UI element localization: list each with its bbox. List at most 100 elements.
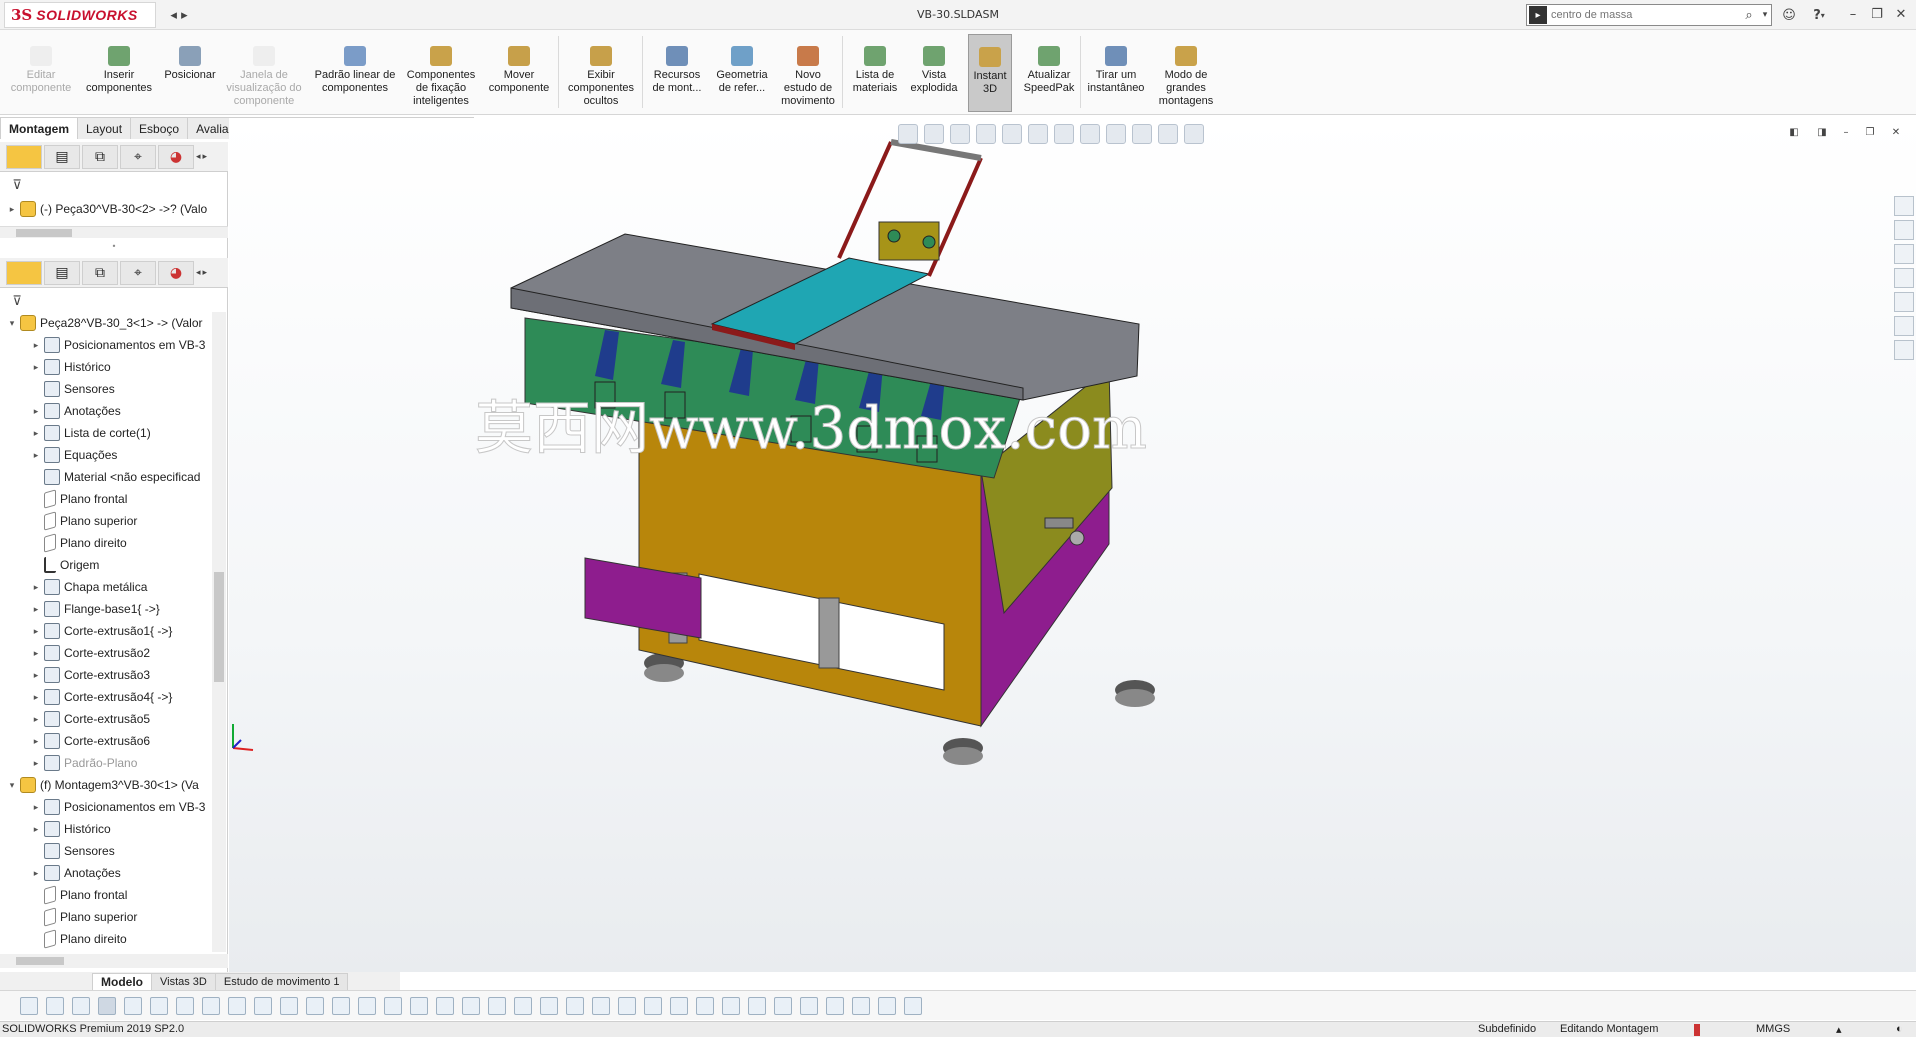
top-tree-row[interactable]: ▸ (-) Peça30^VB-30<2> ->? (Valo: [6, 198, 220, 220]
render-icon[interactable]: [748, 996, 766, 1015]
hide-show-items-icon[interactable]: [1080, 124, 1100, 144]
tree-item[interactable]: ▸ Corte-extrusão4{ ->}: [30, 686, 212, 708]
mate-icon[interactable]: [904, 996, 922, 1015]
ribbon-button-edit-component[interactable]: Editar componente: [4, 34, 78, 112]
solidworks-forum-icon[interactable]: [1894, 340, 1914, 360]
select-arrow-icon[interactable]: [98, 996, 116, 1015]
explode-icon[interactable]: [878, 996, 896, 1015]
top-tree-hscrollbar[interactable]: [0, 226, 228, 238]
viewport-tile-left-icon[interactable]: ◧: [1786, 124, 1802, 140]
expand-arrow-icon[interactable]: ▸: [30, 670, 42, 681]
tab-1[interactable]: Layout: [77, 117, 132, 139]
tree-item[interactable]: ▸ Lista de corte(1): [30, 422, 212, 444]
filter-icon[interactable]: ⊽: [6, 292, 28, 310]
display-manager-tab-icon[interactable]: ◕: [158, 144, 194, 169]
user-icon[interactable]: ☺: [1780, 6, 1798, 24]
tab-2[interactable]: Esboço: [130, 117, 189, 139]
configuration-manager-tab-icon[interactable]: ⧉: [82, 144, 118, 169]
section-icon[interactable]: [696, 996, 714, 1015]
ribbon-button-speedpak[interactable]: Atualizar SpeedPak: [1018, 34, 1080, 112]
ribbon-button-instant3d[interactable]: Instant 3D: [968, 34, 1012, 112]
previous-view-icon[interactable]: [950, 124, 970, 144]
rib-icon[interactable]: [410, 996, 428, 1015]
ribbon-button-linear-pattern[interactable]: Padrão linear de componentes: [310, 34, 400, 112]
expand-arrow-icon[interactable]: ▸: [30, 582, 42, 593]
ribbon-button-motion-study[interactable]: Novo estudo de movimento: [776, 34, 840, 112]
mass-properties-icon[interactable]: [670, 996, 688, 1015]
help-icon[interactable]: ? ▾: [1806, 5, 1832, 25]
point-icon[interactable]: [150, 996, 168, 1015]
graphics-area[interactable]: 莫西网www.3dmox.com: [229, 118, 1916, 972]
ribbon-button-smart-fasteners[interactable]: Componentes de fixação inteligentes: [404, 34, 478, 112]
ribbon-button-mate[interactable]: Posicionar: [160, 34, 220, 112]
select-box-icon[interactable]: [124, 996, 142, 1015]
revolve-icon[interactable]: [254, 996, 272, 1015]
tree-item[interactable]: ▸ Corte-extrusão1{ ->}: [30, 620, 212, 642]
expand-arrow-icon[interactable]: ▸: [30, 340, 42, 351]
expand-arrow-icon[interactable]: ▸: [30, 736, 42, 747]
tree-item[interactable]: Material <não especificad: [30, 466, 212, 488]
dynamic-annotation-icon[interactable]: [1002, 124, 1022, 144]
file-explorer-icon[interactable]: [1894, 244, 1914, 264]
chamfer-icon[interactable]: [358, 996, 376, 1015]
close-icon[interactable]: ✕: [1892, 5, 1910, 23]
ribbon-button-large-assembly[interactable]: Modo de grandes montagens: [1150, 34, 1222, 112]
hscrollbar-thumb[interactable]: [16, 229, 72, 237]
spline-icon[interactable]: [618, 996, 636, 1015]
zoom-to-area-icon[interactable]: [924, 124, 944, 144]
bottom-tab-1[interactable]: Vistas 3D: [151, 973, 216, 990]
pattern-icon[interactable]: [514, 996, 532, 1015]
tree-item[interactable]: ▸ Padrão-Plano: [30, 752, 212, 774]
edit-appearance-icon[interactable]: [1106, 124, 1126, 144]
loft-icon[interactable]: [306, 996, 324, 1015]
viewport-restore-icon[interactable]: ❐: [1862, 124, 1878, 140]
tree-item[interactable]: Plano frontal: [30, 884, 212, 906]
filter-faces-icon[interactable]: [72, 996, 90, 1015]
hole-icon[interactable]: [462, 996, 480, 1015]
expand-arrow-icon[interactable]: ▸: [30, 362, 42, 373]
snapshot-icon[interactable]: [852, 996, 870, 1015]
extrude-icon[interactable]: [228, 996, 246, 1015]
tree-item[interactable]: Plano superior: [30, 510, 212, 532]
design-library-icon[interactable]: [1894, 220, 1914, 240]
tree-hscrollbar[interactable]: [0, 954, 228, 968]
rebuild-indicator-icon[interactable]: [1694, 1024, 1700, 1036]
unit-dropdown-icon[interactable]: ▴: [1836, 1023, 1842, 1036]
vscrollbar-thumb[interactable]: [214, 572, 224, 682]
ribbon-button-snapshot[interactable]: Tirar um instantâneo: [1084, 34, 1148, 112]
tree-item[interactable]: ▸ Corte-extrusão6: [30, 730, 212, 752]
expand-arrow-icon[interactable]: ▸: [30, 406, 42, 417]
ribbon-button-move-component[interactable]: Mover componente: [484, 34, 554, 112]
display-manager-tab-icon[interactable]: ◕: [158, 260, 194, 285]
ribbon-button-reference-geometry[interactable]: Geometria de refer...: [712, 34, 772, 112]
appearances-icon[interactable]: [1894, 292, 1914, 312]
status-help-icon[interactable]: ◐: [1896, 1023, 1903, 1035]
reference-axis-icon[interactable]: [800, 996, 818, 1015]
tab-scroll-arrows[interactable]: [0, 973, 92, 990]
text-icon[interactable]: [592, 996, 610, 1015]
expand-arrow-icon[interactable]: ▸: [30, 802, 42, 813]
view-orientation-icon[interactable]: [1028, 124, 1048, 144]
custom-properties-icon[interactable]: [1894, 316, 1914, 336]
dimxpert-tab-icon[interactable]: ⌖: [120, 144, 156, 169]
dimension-icon[interactable]: [540, 996, 558, 1015]
tree-item[interactable]: ▸ Corte-extrusão2: [30, 642, 212, 664]
expand-arrow-icon[interactable]: ▸: [30, 648, 42, 659]
tree-item[interactable]: Plano direito: [30, 532, 212, 554]
tree-vscrollbar[interactable]: [212, 312, 226, 952]
tree-item[interactable]: ▸ Posicionamentos em VB-3: [30, 796, 212, 818]
section-view-icon[interactable]: [976, 124, 996, 144]
view-triad[interactable]: [232, 724, 254, 751]
expand-arrow-icon[interactable]: ▸: [30, 450, 42, 461]
ribbon-button-bom[interactable]: Lista de materiais: [848, 34, 902, 112]
tree-item[interactable]: ▸ Histórico: [30, 356, 212, 378]
dimxpert-tab-icon[interactable]: ⌖: [120, 260, 156, 285]
view-settings-icon[interactable]: [1158, 124, 1178, 144]
coordinate-system-icon[interactable]: [826, 996, 844, 1015]
expand-arrow-icon[interactable]: ▸: [30, 868, 42, 879]
collapse-arrow-icon[interactable]: ▾: [6, 780, 18, 791]
expand-arrow-icon[interactable]: ▸: [30, 692, 42, 703]
tabs-scroll-left-icon[interactable]: ◂: [196, 152, 201, 162]
relation-icon[interactable]: [566, 996, 584, 1015]
measure-icon[interactable]: [644, 996, 662, 1015]
